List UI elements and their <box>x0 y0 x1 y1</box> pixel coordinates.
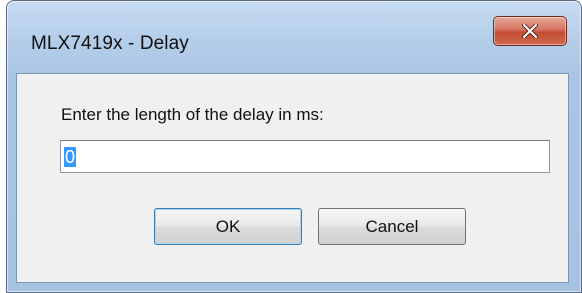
close-button[interactable] <box>493 16 567 46</box>
ok-button[interactable]: OK <box>154 208 302 245</box>
delay-prompt-label: Enter the length of the delay in ms: <box>61 105 324 124</box>
window-title: MLX7419x - Delay <box>31 33 189 54</box>
dialog-window: MLX7419x - Delay Enter the length of the… <box>6 0 582 293</box>
delay-input-value: 0 <box>64 146 77 167</box>
dialog-content: Enter the length of the delay in ms: 0 O… <box>16 73 569 283</box>
title-bar[interactable]: MLX7419x - Delay <box>7 1 581 73</box>
cancel-button[interactable]: Cancel <box>318 208 466 245</box>
delay-input[interactable]: 0 <box>60 140 550 173</box>
close-icon <box>522 24 538 38</box>
